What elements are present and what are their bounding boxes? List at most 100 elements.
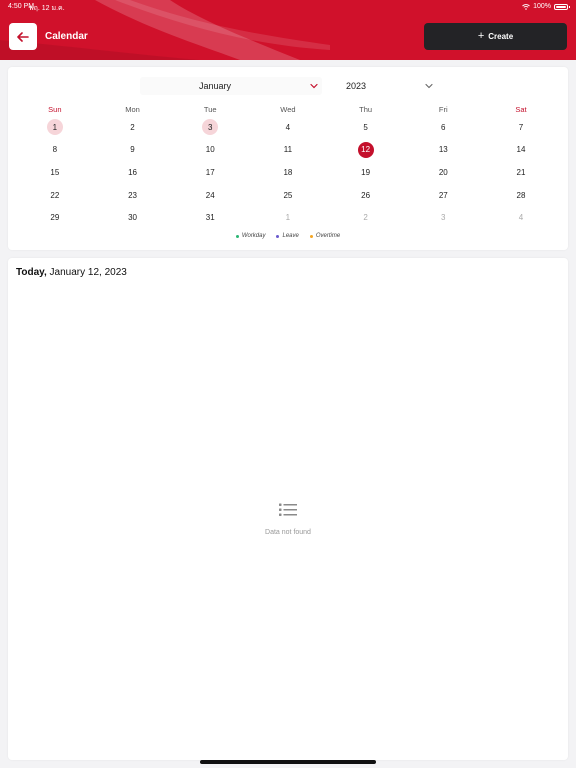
calendar-cell: 6 — [404, 119, 482, 135]
legend-label: Leave — [282, 233, 299, 239]
calendar-legend: Workday Leave Overtime — [8, 233, 568, 239]
year-value: 2023 — [346, 81, 367, 91]
calendar-day[interactable]: 9 — [125, 142, 141, 158]
month-dropdown[interactable]: January — [140, 77, 322, 95]
calendar-day[interactable]: 20 — [435, 164, 451, 180]
calendar-day-today[interactable]: 12 — [357, 141, 374, 158]
calendar-day[interactable]: 14 — [513, 142, 529, 158]
calendar-day[interactable]: 1 — [46, 119, 63, 136]
legend-dot-icon — [309, 234, 313, 238]
calendar-cell: 20 — [404, 164, 482, 180]
calendar-cell: 1 — [16, 119, 94, 136]
calendar-cell: 12 — [327, 141, 405, 158]
month-value: January — [198, 81, 232, 91]
calendar-cell: 22 — [16, 187, 94, 203]
calendar-day[interactable]: 26 — [358, 187, 374, 203]
today-heading: Today, January 12, 2023 — [16, 267, 127, 278]
calendar-cell: 29 — [16, 210, 94, 226]
calendar-cell: 10 — [171, 142, 249, 158]
battery-icon — [554, 3, 570, 10]
today-date: January 12, 2023 — [49, 267, 127, 278]
calendar-day[interactable]: 11 — [280, 142, 296, 158]
arrow-left-icon — [17, 31, 29, 42]
page-title: Calendar — [45, 31, 88, 42]
weekday-sun: Sun — [48, 105, 62, 114]
legend-dot-icon — [235, 234, 239, 238]
plus-icon: + — [477, 30, 485, 42]
calendar-day[interactable]: 2 — [125, 119, 141, 135]
calendar-cell: 28 — [482, 187, 560, 203]
create-button[interactable]: + Create — [424, 23, 567, 50]
calendar-week-row: 1 2 3 4 5 6 7 — [16, 116, 560, 139]
calendar-day[interactable]: 8 — [47, 142, 63, 158]
calendar-day[interactable]: 7 — [513, 119, 529, 135]
legend-label: Workday — [241, 233, 266, 239]
calendar-cell: 30 — [94, 210, 172, 226]
calendar-day[interactable]: 3 — [435, 210, 451, 226]
app-header: 4:50 PM พฤ. 12 ม.ค. 100% Calendar + Crea… — [0, 0, 576, 60]
weekday-mon: Mon — [125, 105, 140, 114]
calendar-day[interactable]: 17 — [202, 164, 218, 180]
calendar-day[interactable]: 29 — [47, 210, 63, 226]
calendar-day[interactable]: 21 — [513, 164, 529, 180]
empty-state-text: Data not found — [265, 529, 311, 536]
chevron-down-icon — [425, 83, 433, 89]
calendar-day[interactable]: 6 — [435, 119, 451, 135]
calendar-day[interactable]: 28 — [513, 187, 529, 203]
calendar-week-row: 15 16 17 18 19 20 21 — [16, 161, 560, 184]
calendar-day[interactable]: 24 — [202, 187, 218, 203]
calendar-cell: 27 — [404, 187, 482, 203]
calendar-day[interactable]: 10 — [202, 142, 218, 158]
calendar-day[interactable]: 23 — [125, 187, 141, 203]
calendar-day[interactable]: 19 — [358, 164, 374, 180]
calendar-day[interactable]: 22 — [47, 187, 63, 203]
today-prefix: Today, — [16, 267, 47, 278]
home-indicator[interactable] — [200, 760, 376, 764]
calendar-day[interactable]: 18 — [280, 164, 296, 180]
status-bar: 4:50 PM พฤ. 12 ม.ค. 100% — [0, 0, 576, 14]
calendar-day[interactable]: 5 — [358, 119, 374, 135]
calendar-cell: 5 — [327, 119, 405, 135]
calendar-cell: 17 — [171, 164, 249, 180]
calendar-card: January 2023 Sun Mon Tue Wed Thu Fri Sat 12345… — [8, 67, 568, 250]
calendar-cell: 2 — [327, 210, 405, 226]
status-date: พฤ. 12 ม.ค. — [29, 5, 65, 12]
calendar-day[interactable]: 25 — [280, 187, 296, 203]
calendar-cell: 11 — [249, 142, 327, 158]
calendar-day[interactable]: 3 — [202, 119, 219, 136]
weekday-tue: Tue — [203, 105, 217, 114]
weekday-wed: Wed — [280, 105, 296, 114]
calendar-grid: 1 2 3 4 5 6 7 8 9 10 11 12 13 14 15 16 17 18 19 20 21 22 23 24 2… — [16, 116, 560, 229]
calendar-cell: 13 — [404, 142, 482, 158]
legend-label: Overtime — [315, 233, 341, 239]
calendar-day[interactable]: 16 — [125, 164, 141, 180]
legend-item-workday: Workday — [235, 233, 266, 239]
year-dropdown[interactable]: 2023 — [338, 77, 438, 95]
calendar-cell: 16 — [94, 164, 172, 180]
calendar-day[interactable]: 13 — [435, 142, 451, 158]
calendar-cell: 25 — [249, 187, 327, 203]
chevron-down-icon — [310, 83, 318, 89]
calendar-day[interactable]: 27 — [435, 187, 451, 203]
calendar-day[interactable]: 1 — [280, 210, 296, 226]
calendar-week-row: 29 30 31 1 2 3 4 — [16, 206, 560, 229]
calendar-day[interactable]: 4 — [280, 119, 296, 135]
calendar-cell: 4 — [249, 119, 327, 135]
calendar-cell: 8 — [16, 142, 94, 158]
wifi-icon — [522, 3, 530, 10]
calendar-cell: 1 — [249, 210, 327, 226]
calendar-cell: 3 — [171, 119, 249, 136]
weekday-thu: Thu — [359, 105, 373, 114]
calendar-day[interactable]: 15 — [47, 164, 63, 180]
calendar-cell: 7 — [482, 119, 560, 135]
weekday-sat: Sat — [515, 105, 527, 114]
calendar-cell: 26 — [327, 187, 405, 203]
calendar-cell: 2 — [94, 119, 172, 135]
back-button[interactable] — [9, 23, 37, 50]
calendar-cell: 24 — [171, 187, 249, 203]
calendar-day[interactable]: 2 — [358, 210, 374, 226]
calendar-day[interactable]: 31 — [202, 210, 218, 226]
calendar-day[interactable]: 30 — [125, 210, 141, 226]
calendar-cell: 14 — [482, 142, 560, 158]
calendar-day[interactable]: 4 — [513, 210, 529, 226]
